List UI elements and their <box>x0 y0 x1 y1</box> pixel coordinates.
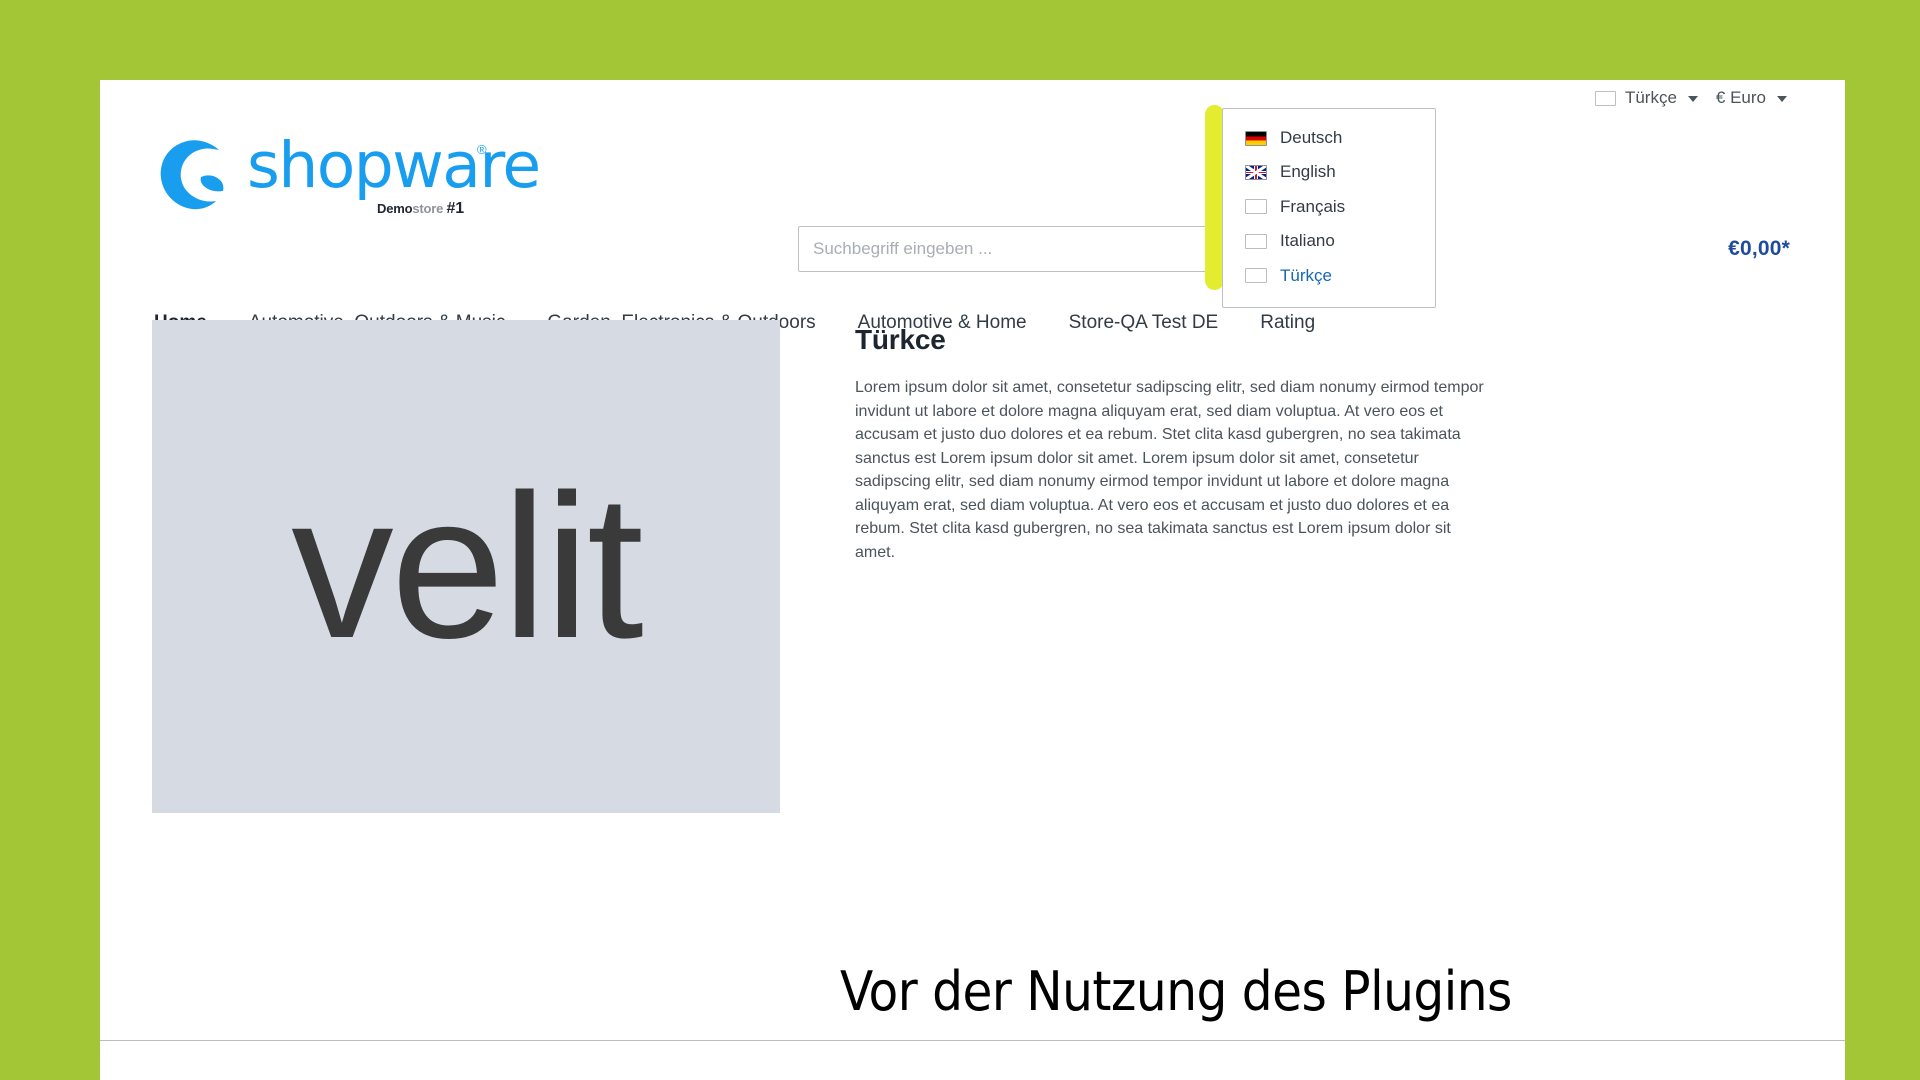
language-option-label: Français <box>1280 196 1346 216</box>
language-switcher-button[interactable]: Türkçe <box>1594 88 1698 108</box>
language-option-english[interactable]: English <box>1223 155 1435 189</box>
slide-caption: Vor der Nutzung des Plugins <box>840 960 1512 1023</box>
logo-tagline-store: store <box>412 201 444 216</box>
language-option-label: English <box>1280 162 1336 182</box>
product-description: Lorem ipsum dolor sit amet, consetetur s… <box>855 379 1484 561</box>
logo-tagline-demo: Demo <box>377 201 413 216</box>
shopware-wordmark: shopware <box>247 129 541 202</box>
german-flag-icon <box>1245 130 1267 146</box>
shopware-logo[interactable]: shopware ® Demostore #1 <box>155 132 541 218</box>
blank-flag-icon <box>1245 268 1267 284</box>
blank-flag-icon <box>1594 90 1616 106</box>
language-switcher-label: Türkçe <box>1624 88 1677 107</box>
top-utility-bar: Türkçe € Euro <box>1594 88 1787 108</box>
browser-page: Türkçe € Euro Deutsch English Français I… <box>100 80 1845 1080</box>
product-image-placeholder-text: velit <box>291 452 644 681</box>
slide-canvas: Türkçe € Euro Deutsch English Français I… <box>0 0 1920 1080</box>
uk-flag-icon <box>1245 165 1267 181</box>
logo-tagline-rank: #1 <box>446 200 465 217</box>
chevron-down-icon <box>1687 96 1698 102</box>
currency-switcher-label: € Euro <box>1715 88 1766 107</box>
language-option-francais[interactable]: Français <box>1223 190 1435 224</box>
cart-total-price[interactable]: €0,00* <box>1728 237 1790 261</box>
language-option-turkce[interactable]: Türkçe <box>1223 259 1435 293</box>
blank-flag-icon <box>1245 199 1267 215</box>
product-image-placeholder[interactable]: velit <box>152 320 780 813</box>
registered-trademark-icon: ® <box>477 142 487 157</box>
blank-flag-icon <box>1245 233 1267 249</box>
chevron-down-icon <box>1777 96 1787 102</box>
shopware-mark-icon <box>160 140 224 210</box>
language-option-italiano[interactable]: Italiano <box>1223 224 1435 258</box>
logo-tagline: Demostore #1 <box>377 200 464 218</box>
language-option-label: Italiano <box>1280 231 1335 251</box>
search-input[interactable] <box>799 227 1219 271</box>
product-title: Türkce <box>855 324 946 355</box>
product-detail-column: Türkce Lorem ipsum dolor sit amet, conse… <box>855 324 1495 564</box>
language-option-label: Deutsch <box>1280 128 1343 147</box>
currency-switcher-button[interactable]: € Euro <box>1716 88 1787 108</box>
section-divider <box>100 1040 1845 1041</box>
language-option-label: Türkçe <box>1280 265 1332 285</box>
language-option-deutsch[interactable]: Deutsch <box>1223 121 1435 155</box>
language-dropdown-panel: Deutsch English Français Italiano Türkçe <box>1222 108 1436 308</box>
